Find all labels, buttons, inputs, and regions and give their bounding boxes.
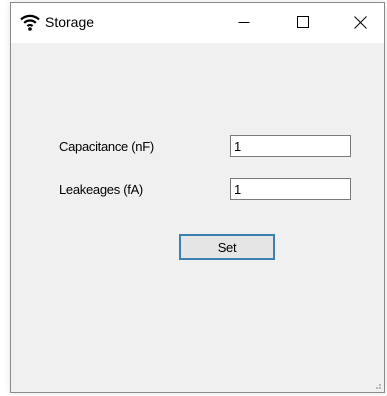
resize-grip-icon[interactable] bbox=[372, 380, 382, 390]
storage-window: Storage Capacitance (nF) Leakeages (fA) … bbox=[10, 2, 385, 393]
form-area: Capacitance (nF) Leakeages (fA) Set bbox=[11, 43, 384, 392]
maximize-button[interactable] bbox=[280, 3, 325, 41]
capacitance-label: Capacitance (nF) bbox=[59, 139, 154, 154]
maximize-icon bbox=[296, 16, 309, 28]
close-icon bbox=[354, 15, 367, 29]
close-button[interactable] bbox=[338, 3, 383, 41]
leakages-input[interactable] bbox=[230, 178, 351, 200]
title-bar[interactable]: Storage bbox=[11, 3, 384, 43]
window-title: Storage bbox=[45, 14, 95, 30]
minimize-icon bbox=[238, 22, 249, 23]
leakages-label: Leakeages (fA) bbox=[59, 182, 143, 197]
wifi-icon bbox=[20, 14, 40, 31]
capacitance-input[interactable] bbox=[230, 135, 351, 157]
set-button[interactable]: Set bbox=[179, 234, 275, 260]
minimize-button[interactable] bbox=[221, 3, 266, 41]
